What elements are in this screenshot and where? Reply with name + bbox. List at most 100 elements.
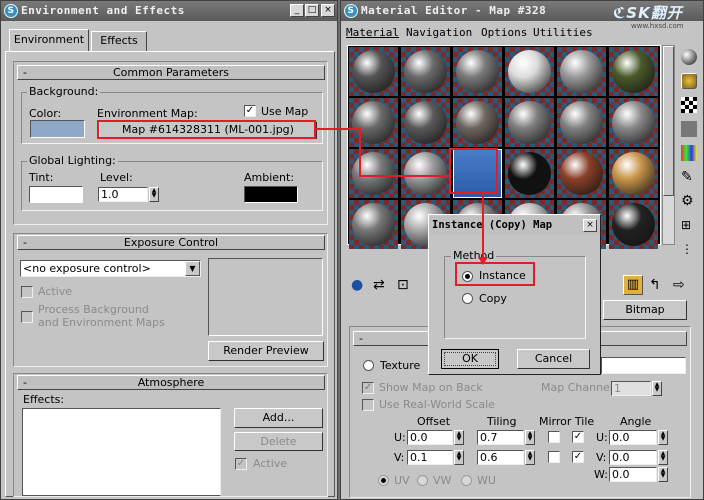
u-mirror-checkbox[interactable] [548,431,560,443]
material-slot[interactable] [505,47,554,96]
menu-navigation[interactable]: Navigation [406,23,472,43]
material-slot[interactable] [609,98,658,147]
tab-environment[interactable]: Environment [9,29,89,51]
material-slot[interactable] [401,47,450,96]
menu-material[interactable]: Material [346,23,399,43]
v-tile-checkbox[interactable]: ✓ [572,451,584,463]
material-slot[interactable] [453,98,502,147]
u-offset-input[interactable]: 0.0 [407,430,453,445]
exposure-control-dropdown[interactable]: <no exposure control> [20,260,201,277]
material-slot[interactable] [349,98,398,147]
make-preview-icon[interactable]: ✎ [681,169,697,185]
chevron-down-icon[interactable]: ▼ [185,261,200,276]
material-slot[interactable] [453,47,502,96]
level-spinner[interactable]: ▲ ▼ [149,187,159,202]
mapping-dropdown[interactable] [601,357,686,374]
use-map-checkbox[interactable]: ✓ [244,105,256,117]
put-to-scene-icon[interactable]: ⇄ [373,277,389,293]
sample-type-icon[interactable] [681,49,697,65]
texture-radio[interactable] [363,360,374,371]
material-slot[interactable] [609,200,658,249]
ok-button[interactable]: OK [441,349,499,369]
map-channel-spinner[interactable]: ▲ ▼ [652,381,662,396]
go-to-parent-icon[interactable]: ↰ [649,277,665,293]
u-offset-spinner[interactable]: ▲ ▼ [454,430,464,445]
cancel-button[interactable]: Cancel [517,349,590,369]
v-offset-spinner[interactable]: ▲ ▼ [454,450,464,465]
v-angle-input[interactable]: 0.0 [609,450,657,465]
u-tiling-spinner[interactable]: ▲ ▼ [525,430,535,445]
backlight-icon[interactable] [681,73,697,89]
environment-effects-window: S Environment and Effects _ □ × Environm… [0,0,338,500]
u-angle-input[interactable]: 0.0 [609,430,657,445]
close-button[interactable]: × [321,4,335,17]
dialog-title-bar[interactable]: Instance (Copy) Map [430,216,599,235]
level-input[interactable]: 1.0 [98,187,148,202]
material-slot[interactable] [401,98,450,147]
copy-label: Copy [479,292,507,305]
material-navigator-icon[interactable]: ⋮ [681,241,697,257]
uv-radio[interactable] [378,475,389,486]
material-slot[interactable] [505,149,554,198]
dialog-close-button[interactable]: × [583,219,597,232]
menu-utilities[interactable]: Utilities [533,23,593,43]
effect-active-checkbox[interactable]: ✓ [235,458,247,470]
render-preview-button[interactable]: Render Preview [208,341,324,361]
ambient-color-swatch[interactable] [244,186,298,203]
material-slot[interactable] [557,149,606,198]
v-offset-input[interactable]: 0.1 [407,450,453,465]
video-color-check-icon[interactable] [681,145,697,161]
u-angle-spinner[interactable]: ▲ ▼ [658,430,668,445]
common-parameters-header[interactable]: - Common Parameters [17,65,325,80]
v-tiling-input[interactable]: 0.6 [477,450,524,465]
tab-effects[interactable]: Effects [91,31,147,51]
minimize-button[interactable]: _ [290,4,304,17]
copy-radio[interactable] [462,293,473,304]
delete-effect-button[interactable]: Delete [234,432,323,451]
material-slot[interactable] [349,200,398,249]
u-tiling-input[interactable]: 0.7 [477,430,524,445]
active-checkbox[interactable] [21,286,33,298]
env-title-bar[interactable]: S Environment and Effects [1,1,337,21]
wu-radio[interactable] [461,475,472,486]
show-map-in-viewport-icon[interactable]: ▥ [623,275,643,295]
vw-radio[interactable] [417,475,428,486]
map-type-button[interactable]: Bitmap [603,300,687,320]
get-material-icon[interactable]: ● [351,277,367,293]
material-slot[interactable] [557,98,606,147]
map-channel-input[interactable]: 1 [611,381,651,396]
scroll-thumb[interactable] [663,46,674,196]
effects-list[interactable] [22,408,221,496]
assign-material-icon[interactable]: ⊡ [397,277,413,293]
select-by-material-icon[interactable]: ⊞ [681,217,697,233]
v-angle-spinner[interactable]: ▲ ▼ [658,450,668,465]
options-icon[interactable]: ⚙ [681,193,697,209]
v-mirror-checkbox[interactable] [548,451,560,463]
add-effect-button[interactable]: Add... [234,408,323,428]
go-forward-icon[interactable]: ⇨ [673,277,689,293]
background-icon[interactable] [681,97,697,113]
show-map-on-back-checkbox[interactable]: ✓ [362,382,374,394]
tint-color-swatch[interactable] [29,186,83,203]
atmosphere-header[interactable]: - Atmosphere [17,375,325,390]
slots-scrollbar[interactable] [662,45,675,245]
maximize-button[interactable]: □ [305,4,319,17]
w-angle-input[interactable]: 0.0 [609,467,657,482]
use-real-world-scale-checkbox[interactable] [362,399,374,411]
background-color-swatch[interactable] [30,120,85,138]
process-background-checkbox[interactable] [21,311,33,323]
material-slot[interactable] [557,47,606,96]
material-slot[interactable] [349,47,398,96]
exposure-control-header[interactable]: - Exposure Control [17,235,325,250]
annotation-line-a [316,128,360,130]
material-slot[interactable] [401,149,450,198]
v-tiling-spinner[interactable]: ▲ ▼ [525,450,535,465]
uv-tiling-icon[interactable] [681,121,697,137]
u-tile-checkbox[interactable]: ✓ [572,431,584,443]
material-slot[interactable] [609,47,658,96]
material-slot[interactable] [505,98,554,147]
material-slot[interactable] [609,149,658,198]
material-slot[interactable] [349,149,398,198]
w-angle-spinner[interactable]: ▲ ▼ [658,467,668,482]
menu-options[interactable]: Options [481,23,527,43]
